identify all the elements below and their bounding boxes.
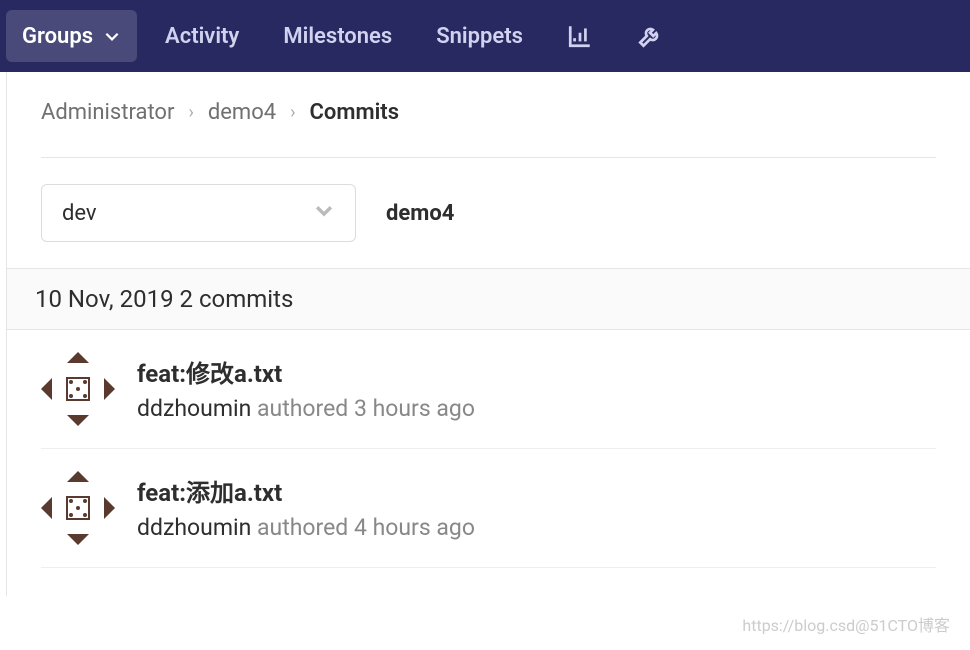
avatar[interactable]	[41, 352, 115, 426]
nav-groups-label: Groups	[22, 24, 93, 49]
commit-count: 2 commits	[180, 285, 294, 313]
breadcrumb-administrator[interactable]: Administrator	[41, 100, 174, 125]
branch-select[interactable]: dev	[41, 184, 356, 242]
commits-date-header: 10 Nov, 2019 2 commits	[7, 268, 970, 330]
chevron-down-icon	[313, 199, 335, 227]
commit-info: feat:修改a.txt ddzhoumin authored 3 hours …	[137, 352, 475, 422]
breadcrumb-current: Commits	[310, 100, 399, 125]
commit-authored-time: authored 3 hours ago	[257, 395, 475, 422]
breadcrumb: Administrator › demo4 › Commits	[41, 100, 936, 158]
nav-activity-label: Activity	[165, 24, 239, 49]
analytics-icon[interactable]	[545, 23, 615, 49]
commit-row[interactable]: feat:添加a.txt ddzhoumin authored 4 hours …	[41, 449, 936, 568]
commit-row[interactable]: feat:修改a.txt ddzhoumin authored 3 hours …	[41, 330, 936, 449]
nav-milestones[interactable]: Milestones	[261, 0, 414, 72]
chevron-right-icon: ›	[188, 102, 193, 123]
breadcrumb-project[interactable]: demo4	[208, 100, 276, 125]
top-navbar: Groups Activity Milestones Snippets	[0, 0, 970, 72]
commit-info: feat:添加a.txt ddzhoumin authored 4 hours …	[137, 471, 475, 541]
nav-snippets[interactable]: Snippets	[414, 0, 545, 72]
commit-meta: ddzhoumin authored 3 hours ago	[137, 395, 475, 422]
nav-groups[interactable]: Groups	[6, 10, 137, 62]
date-value: 10 Nov, 2019	[35, 285, 174, 313]
watermark: https://blog.csd@51CTO博客	[742, 612, 950, 636]
wrench-icon[interactable]	[615, 23, 685, 49]
commit-author[interactable]: ddzhoumin	[137, 514, 251, 541]
commit-authored-time: authored 4 hours ago	[257, 514, 475, 541]
project-name: demo4	[386, 201, 454, 226]
nav-snippets-label: Snippets	[436, 24, 523, 49]
chevron-right-icon: ›	[290, 102, 295, 123]
commit-meta: ddzhoumin authored 4 hours ago	[137, 514, 475, 541]
nav-milestones-label: Milestones	[283, 24, 392, 49]
branch-selector-row: dev demo4	[41, 184, 936, 242]
commit-title[interactable]: feat:添加a.txt	[137, 473, 475, 508]
branch-selected-value: dev	[62, 201, 97, 226]
nav-activity[interactable]: Activity	[143, 0, 261, 72]
commit-author[interactable]: ddzhoumin	[137, 395, 251, 422]
commit-title[interactable]: feat:修改a.txt	[137, 354, 475, 389]
avatar[interactable]	[41, 471, 115, 545]
chevron-down-icon	[103, 27, 121, 45]
main-content: Administrator › demo4 › Commits dev demo…	[6, 72, 970, 596]
